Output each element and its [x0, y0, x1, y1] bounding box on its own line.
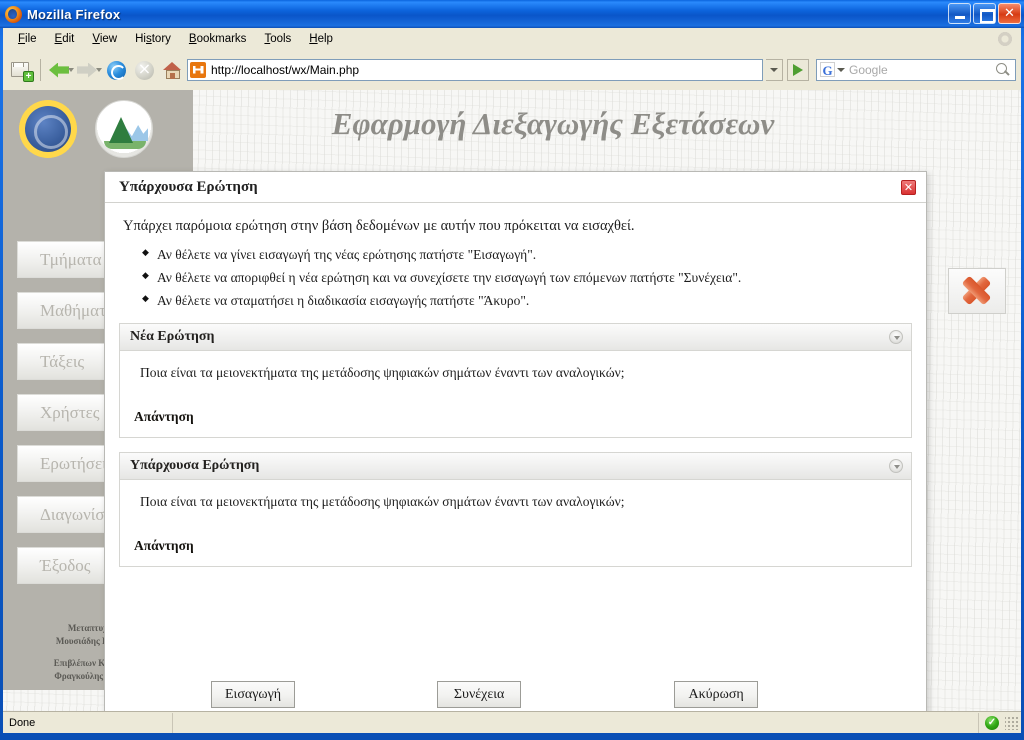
- stop-icon: [131, 57, 157, 83]
- question-text: Ποια είναι τα μειονεκτήματα της μετάδοση…: [140, 365, 625, 380]
- university-seal-logo: [19, 100, 77, 158]
- close-icon: ✕: [1004, 6, 1015, 21]
- status-text: Done: [3, 712, 173, 733]
- secure-shield-icon[interactable]: ✓: [985, 715, 999, 730]
- go-icon: [793, 63, 803, 76]
- back-glyph: [49, 62, 69, 78]
- forward-dropdown-caret-icon: [96, 67, 102, 72]
- menu-bar: File Edit View History Bookmarks Tools H…: [3, 28, 1021, 49]
- insert-button[interactable]: Εισαγωγή: [211, 681, 296, 708]
- new-question-panel-body: Ποια είναι τα μειονεκτήματα της μετάδοση…: [120, 351, 911, 437]
- menu-edit[interactable]: Edit: [46, 31, 84, 47]
- x-cross-icon: [961, 275, 992, 306]
- list-item: Αν θέλετε να γίνει εισαγωγή της νέας ερώ…: [142, 247, 926, 263]
- continue-button[interactable]: Συνέχεια: [437, 681, 522, 708]
- stop-glyph: [135, 59, 154, 80]
- reload-glyph: [107, 60, 126, 80]
- menu-help[interactable]: Help: [300, 31, 342, 47]
- menu-bookmarks-rest: ookmarks: [196, 32, 247, 45]
- panel-title: Υπάρχουσα Ερώτηση: [130, 458, 260, 473]
- dialog-close-button[interactable]: ✕: [901, 179, 916, 195]
- title-bar: Mozilla Firefox ✕: [0, 0, 1024, 28]
- back-dropdown-caret-icon[interactable]: [68, 67, 74, 72]
- search-icon[interactable]: [994, 61, 1012, 79]
- minimize-button[interactable]: [948, 3, 971, 24]
- new-question-panel: Νέα Ερώτηση Ποια είναι τα μειονεκτήματα …: [119, 323, 912, 438]
- menu-tools-rest: ools: [270, 32, 292, 45]
- google-icon: G: [820, 62, 835, 78]
- panel-title: Νέα Ερώτηση: [130, 329, 215, 344]
- status-bar: Done ✓: [3, 711, 1021, 733]
- sidebar-item-label: Χρήστες: [40, 402, 100, 422]
- logo-group: [19, 100, 153, 158]
- address-history-dropdown[interactable]: [766, 58, 783, 81]
- reload-icon[interactable]: [103, 57, 129, 83]
- window-controls: ✕: [948, 3, 1021, 24]
- sidebar-item-label: Τμήματα: [40, 249, 102, 269]
- resize-grip[interactable]: [1005, 715, 1019, 730]
- navigation-toolbar: + http:/: [3, 49, 1021, 90]
- answer-label: Απάντηση: [134, 409, 194, 424]
- existing-question-dialog: Υπάρχουσα Ερώτηση ✕ Υπάρχει παρόμοια ερώ…: [104, 171, 927, 711]
- question-text: Ποια είναι τα μειονεκτήματα της μετάδοση…: [140, 494, 625, 509]
- menu-file-rest: ile: [25, 32, 37, 45]
- site-favicon-icon: [190, 61, 206, 78]
- page-title: Εφαρμογή Διεξαγωγής Εξετάσεων: [331, 106, 775, 141]
- page-viewport: Τμήματα Μαθήματα Τάξεις Χρήστες Ερωτήσει…: [3, 90, 1021, 711]
- window-close-button[interactable]: ✕: [998, 3, 1021, 24]
- plus-badge-icon: +: [23, 70, 34, 82]
- search-engine-chevron-icon[interactable]: [837, 67, 845, 72]
- new-tab-icon[interactable]: +: [8, 57, 34, 83]
- go-button[interactable]: [787, 58, 809, 81]
- list-item: Αν θέλετε να αποριφθεί η νέα ερώτηση και…: [142, 270, 926, 286]
- existing-question-panel-body: Ποια είναι τα μειονεκτήματα της μετάδοση…: [120, 480, 911, 566]
- collapse-toggle-icon[interactable]: [889, 459, 903, 473]
- menu-history[interactable]: History: [126, 31, 180, 47]
- browser-chrome: File Edit View History Bookmarks Tools H…: [3, 28, 1021, 90]
- menu-edit-rest: dit: [62, 32, 75, 45]
- menu-tools[interactable]: Tools: [255, 31, 300, 47]
- browser-window: Mozilla Firefox ✕ File Edit View History…: [0, 0, 1024, 740]
- chevron-down-icon: [770, 67, 778, 72]
- menu-view[interactable]: View: [83, 31, 126, 47]
- new-question-panel-header[interactable]: Νέα Ερώτηση: [120, 324, 911, 351]
- list-item: Αν θέλετε να σταματήσει η διαδικασία εισ…: [142, 293, 926, 309]
- dialog-header: Υπάρχουσα Ερώτηση ✕: [105, 172, 926, 203]
- home-icon[interactable]: [159, 57, 185, 83]
- url-text: http://localhost/wx/Main.php: [211, 62, 360, 77]
- existing-question-panel-header[interactable]: Υπάρχουσα Ερώτηση: [120, 453, 911, 480]
- toolbar-separator: [40, 58, 41, 81]
- status-filler: [173, 712, 979, 733]
- answer-label: Απάντηση: [134, 538, 194, 553]
- firefox-icon: [5, 5, 22, 23]
- home-glyph: [163, 61, 182, 79]
- menu-bookmarks[interactable]: Bookmarks: [180, 31, 256, 47]
- dialog-button-row: Εισαγωγή Συνέχεια Ακύρωση: [105, 681, 928, 708]
- sidebar-item-label: Ερωτήσεις: [40, 453, 114, 473]
- mountain-emblem-logo: [95, 100, 153, 158]
- dialog-instructions-list: Αν θέλετε να γίνει εισαγωγή της νέας ερώ…: [105, 247, 926, 309]
- menu-file[interactable]: File: [9, 31, 46, 47]
- maximize-button[interactable]: [973, 3, 996, 24]
- dialog-title: Υπάρχουσα Ερώτηση: [119, 178, 258, 195]
- menu-help-rest: elp: [317, 32, 333, 45]
- existing-question-panel: Υπάρχουσα Ερώτηση Ποια είναι τα μειονεκτ…: [119, 452, 912, 567]
- sidebar-item-label: Έξοδος: [40, 555, 91, 575]
- menu-view-rest: iew: [99, 32, 118, 45]
- collapse-toggle-icon[interactable]: [889, 330, 903, 344]
- sidebar-item-label: Τάξεις: [40, 351, 85, 371]
- address-bar[interactable]: http://localhost/wx/Main.php: [187, 58, 763, 81]
- throbber-icon: [997, 31, 1013, 47]
- dialog-intro-text: Υπάρχει παρόμοια ερώτηση στην βάση δεδομ…: [123, 218, 635, 234]
- forward-arrow-icon: [75, 57, 102, 83]
- window-title: Mozilla Firefox: [27, 6, 121, 22]
- close-x-button[interactable]: [948, 268, 1006, 314]
- back-arrow-icon[interactable]: [47, 57, 74, 83]
- search-input[interactable]: Google: [845, 63, 994, 77]
- cancel-button[interactable]: Ακύρωση: [674, 681, 759, 708]
- forward-glyph: [77, 62, 97, 78]
- search-bar[interactable]: G Google: [816, 58, 1016, 81]
